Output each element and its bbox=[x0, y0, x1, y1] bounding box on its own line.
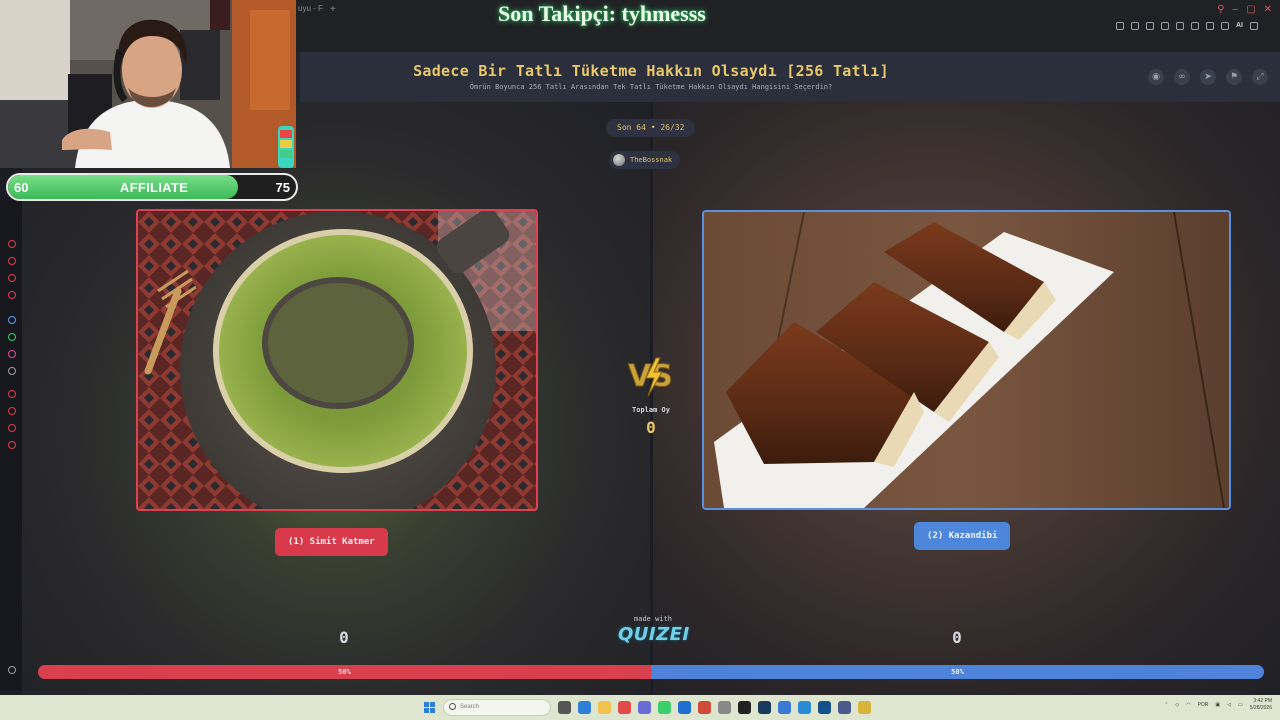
wifi-icon[interactable]: ◠ bbox=[1186, 702, 1190, 708]
webcam-overlay bbox=[0, 0, 296, 168]
search-icon[interactable]: ⚲ bbox=[1217, 4, 1224, 15]
total-votes-label: Toplam Oy bbox=[632, 406, 670, 414]
windows-start-icon[interactable] bbox=[424, 702, 435, 713]
app-icon[interactable] bbox=[858, 701, 871, 714]
chevron-up-icon[interactable]: ⌃ bbox=[1164, 702, 1168, 708]
minimize-icon[interactable]: – bbox=[1233, 4, 1239, 15]
menu-icon[interactable] bbox=[1250, 22, 1258, 30]
app-icon[interactable] bbox=[778, 701, 791, 714]
vs-icon: VS bbox=[628, 357, 673, 397]
windows-taskbar: Search ⌃ ◇ ◠ POR ▣ ◁ ▭ 3:42 PM 5/28/2026 bbox=[0, 695, 1280, 720]
sidebar-app-icon[interactable] bbox=[8, 424, 16, 432]
new-tab-button[interactable]: + bbox=[330, 4, 336, 15]
app-tray-icon[interactable]: ◇ bbox=[1175, 702, 1179, 708]
link-icon[interactable]: ∞ bbox=[1174, 69, 1190, 85]
messenger-icon[interactable] bbox=[8, 316, 16, 324]
round-indicator: Son 64 • 26/32 bbox=[606, 119, 696, 137]
simit-katmer-photo bbox=[138, 211, 536, 509]
vote-left-button[interactable]: (1) Simit Katmer bbox=[275, 528, 388, 556]
sidebar-more-icon[interactable] bbox=[8, 666, 16, 674]
option-right-image[interactable] bbox=[702, 210, 1231, 510]
extension-toolbar: AI bbox=[1116, 22, 1258, 30]
file-explorer-icon[interactable] bbox=[598, 701, 611, 714]
extension-icon[interactable] bbox=[1191, 22, 1199, 30]
sidebar-app-icon[interactable] bbox=[8, 240, 16, 248]
app-icon[interactable] bbox=[638, 701, 651, 714]
settings-icon[interactable] bbox=[718, 701, 731, 714]
quizei-logo[interactable]: QUIZEI bbox=[618, 624, 689, 645]
extension-icon[interactable] bbox=[1131, 22, 1139, 30]
left-vote-count: 0 bbox=[339, 628, 349, 647]
total-votes-value: 0 bbox=[646, 418, 656, 437]
extension-icon[interactable] bbox=[1161, 22, 1169, 30]
whatsapp-icon[interactable] bbox=[8, 333, 16, 341]
center-divider bbox=[650, 102, 653, 695]
instagram-icon[interactable] bbox=[8, 350, 16, 358]
clock-time: 3:42 PM bbox=[1253, 698, 1272, 704]
maximize-icon[interactable]: ▢ bbox=[1246, 4, 1255, 15]
battery-icon[interactable]: ▭ bbox=[1238, 702, 1243, 708]
last-follower-overlay: Son Takipçi: tyhmesss bbox=[498, 1, 706, 26]
affiliate-goal: 75 bbox=[275, 180, 290, 195]
affiliate-goal-bar: 60 AFFILIATE 75 bbox=[6, 173, 298, 201]
taskbar-apps bbox=[558, 701, 871, 714]
vote-split-bar: 50% 50% bbox=[38, 665, 1264, 679]
search-icon bbox=[449, 703, 456, 710]
app-icon[interactable] bbox=[678, 701, 691, 714]
eye-icon[interactable]: ◉ bbox=[1148, 69, 1164, 85]
sidebar-app-icon[interactable] bbox=[8, 274, 16, 282]
system-tray: ⌃ ◇ ◠ POR ▣ ◁ ▭ 3:42 PM 5/28/2026 bbox=[1164, 698, 1272, 712]
left-percent-bar: 50% bbox=[38, 665, 651, 679]
sidebar-app-icon[interactable] bbox=[8, 257, 16, 265]
affiliate-label: AFFILIATE bbox=[119, 180, 189, 195]
app-icon[interactable] bbox=[818, 701, 831, 714]
puzzle-icon[interactable] bbox=[1221, 22, 1229, 30]
option-left-image[interactable] bbox=[136, 209, 538, 511]
app-icon[interactable] bbox=[838, 701, 851, 714]
shield-icon[interactable] bbox=[1146, 22, 1154, 30]
flag-icon[interactable]: ⚑ bbox=[1226, 69, 1242, 85]
steam-icon[interactable] bbox=[758, 701, 771, 714]
discord-icon[interactable] bbox=[8, 367, 16, 375]
terminal-icon[interactable] bbox=[738, 701, 751, 714]
header-actions: ◉ ∞ ➤ ⚑ ⤢ bbox=[1148, 69, 1268, 85]
task-view-icon[interactable] bbox=[558, 701, 571, 714]
expand-icon[interactable]: ⤢ bbox=[1252, 69, 1268, 85]
window-controls: ⚲ – ▢ ✕ bbox=[1217, 4, 1272, 15]
extension-icon[interactable] bbox=[1116, 22, 1124, 30]
browser-tab[interactable]: uyu - F bbox=[298, 4, 330, 18]
sidebar-app-icon[interactable] bbox=[8, 441, 16, 449]
streamer-webcam bbox=[0, 0, 296, 168]
made-with-label: made with bbox=[634, 615, 672, 623]
extension-icon[interactable] bbox=[1206, 22, 1214, 30]
sidebar-app-icon[interactable] bbox=[8, 407, 16, 415]
send-icon[interactable]: ➤ bbox=[1200, 69, 1216, 85]
network-icon[interactable]: ▣ bbox=[1215, 702, 1220, 708]
browser-icon[interactable] bbox=[618, 701, 631, 714]
clock[interactable]: 3:42 PM 5/28/2026 bbox=[1250, 698, 1272, 712]
ai-extension-button[interactable]: AI bbox=[1236, 22, 1243, 30]
volume-icon[interactable]: ◁ bbox=[1227, 702, 1231, 708]
right-percent-bar: 50% bbox=[651, 665, 1264, 679]
play-icon[interactable] bbox=[1176, 22, 1184, 30]
sidebar-app-icon[interactable] bbox=[8, 390, 16, 398]
avatar bbox=[613, 154, 625, 166]
kazandibi-photo bbox=[704, 212, 1229, 508]
browser-sidebar bbox=[0, 200, 22, 690]
close-icon[interactable]: ✕ bbox=[1264, 4, 1272, 15]
language-indicator[interactable]: POR bbox=[1198, 702, 1209, 708]
right-vote-count: 0 bbox=[952, 628, 962, 647]
taskbar-search[interactable]: Search bbox=[443, 699, 551, 716]
author-badge[interactable]: TheBossnak bbox=[609, 151, 681, 169]
app-icon[interactable] bbox=[578, 701, 591, 714]
clock-date: 5/28/2026 bbox=[1249, 705, 1272, 711]
screen: uyu - F + ⚲ – ▢ ✕ AI Son Takipçi: tyhmes… bbox=[0, 0, 1280, 720]
app-icon[interactable] bbox=[698, 701, 711, 714]
vote-right-button[interactable]: (2) Kazandibi bbox=[914, 522, 1011, 550]
taskbar-search-placeholder: Search bbox=[460, 704, 480, 710]
whatsapp-icon[interactable] bbox=[658, 701, 671, 714]
app-icon[interactable] bbox=[798, 701, 811, 714]
author-name: TheBossnak bbox=[630, 156, 673, 164]
sidebar-app-icon[interactable] bbox=[8, 291, 16, 299]
